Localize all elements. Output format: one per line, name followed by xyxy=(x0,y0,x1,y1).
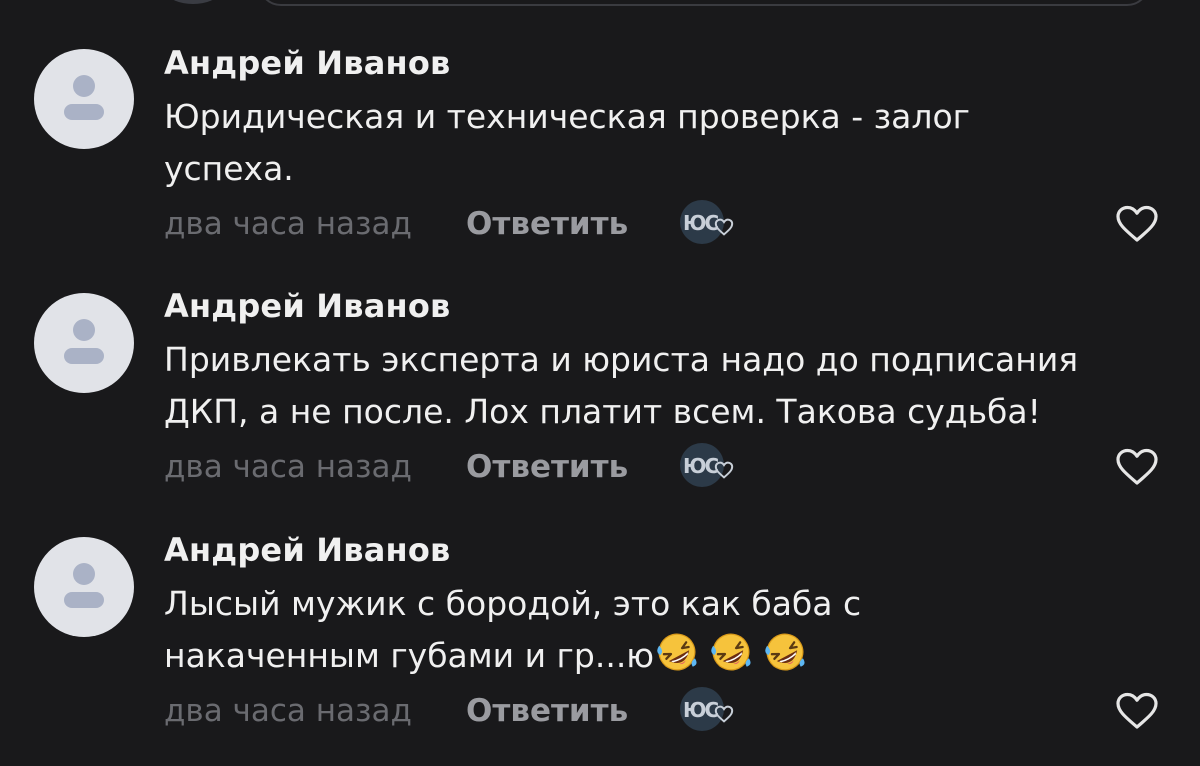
comment-author[interactable]: Андрей Иванов xyxy=(164,531,450,569)
user-placeholder-icon xyxy=(64,75,104,120)
heart-outline-icon[interactable] xyxy=(1114,447,1160,487)
user-placeholder-icon xyxy=(64,563,104,608)
reply-button[interactable]: Ответить xyxy=(466,206,628,242)
partial-comment-input[interactable] xyxy=(258,0,1150,6)
comment-text-line: успеха. xyxy=(164,149,294,188)
reply-button[interactable]: Ответить xyxy=(466,693,628,729)
comment-author[interactable]: Андрей Иванов xyxy=(164,44,450,82)
comment-author[interactable]: Андрей Иванов xyxy=(164,287,450,325)
user-placeholder-icon xyxy=(64,319,104,364)
avatar[interactable] xyxy=(34,49,134,149)
reaction-button[interactable]: ЮС xyxy=(680,687,740,735)
reaction-badge-text: ЮС xyxy=(683,211,719,235)
comment-text-line: Лысый мужик с бородой, это как баба с xyxy=(164,584,862,623)
reaction-badge-text: ЮС xyxy=(683,454,719,478)
reply-button[interactable]: Ответить xyxy=(466,449,628,485)
rolling-on-floor-laughing-emoji-icon xyxy=(765,633,805,671)
comment-text: Лысый мужик с бородой, это как баба с на… xyxy=(164,578,1164,682)
mini-heart-icon xyxy=(714,218,734,236)
comment-timestamp: два часа назад xyxy=(164,693,412,729)
comment-meta: два часа назад Ответить ЮС xyxy=(164,443,1164,489)
mini-heart-icon xyxy=(714,461,734,479)
emoji-group xyxy=(654,633,806,675)
heart-outline-icon[interactable] xyxy=(1114,691,1160,731)
mini-heart-icon xyxy=(714,705,734,723)
comment-text: Привлекать эксперта и юриста надо до под… xyxy=(164,334,1164,438)
reaction-badge-text: ЮС xyxy=(683,698,719,722)
comment-timestamp: два часа назад xyxy=(164,449,412,485)
comment-text-line: Юридическая и техническая проверка - зал… xyxy=(164,97,971,136)
comment-text-line: ДКП, а не после. Лох платит всем. Такова… xyxy=(164,392,1041,431)
comment-timestamp: два часа назад xyxy=(164,206,412,242)
reaction-button[interactable]: ЮС xyxy=(680,443,740,491)
heart-outline-icon[interactable] xyxy=(1114,204,1160,244)
rolling-on-floor-laughing-emoji-icon xyxy=(711,633,751,671)
comment-text-line-with-emoji: накаченным губами и гр...ю xyxy=(164,630,1164,682)
comment-text-line: Привлекать эксперта и юриста надо до под… xyxy=(164,340,1079,379)
avatar[interactable] xyxy=(34,293,134,393)
comment-text: Юридическая и техническая проверка - зал… xyxy=(164,91,1164,195)
previous-comment-input-partial xyxy=(0,0,1200,20)
avatar[interactable] xyxy=(34,537,134,637)
comment-text-fragment: накаченным губами и гр...ю xyxy=(164,636,655,675)
reaction-button[interactable]: ЮС xyxy=(680,200,740,248)
rolling-on-floor-laughing-emoji-icon xyxy=(657,633,697,671)
comment-meta: два часа назад Ответить ЮС xyxy=(164,687,1164,733)
partial-avatar xyxy=(168,0,218,4)
comment-meta: два часа назад Ответить ЮС xyxy=(164,200,1164,246)
